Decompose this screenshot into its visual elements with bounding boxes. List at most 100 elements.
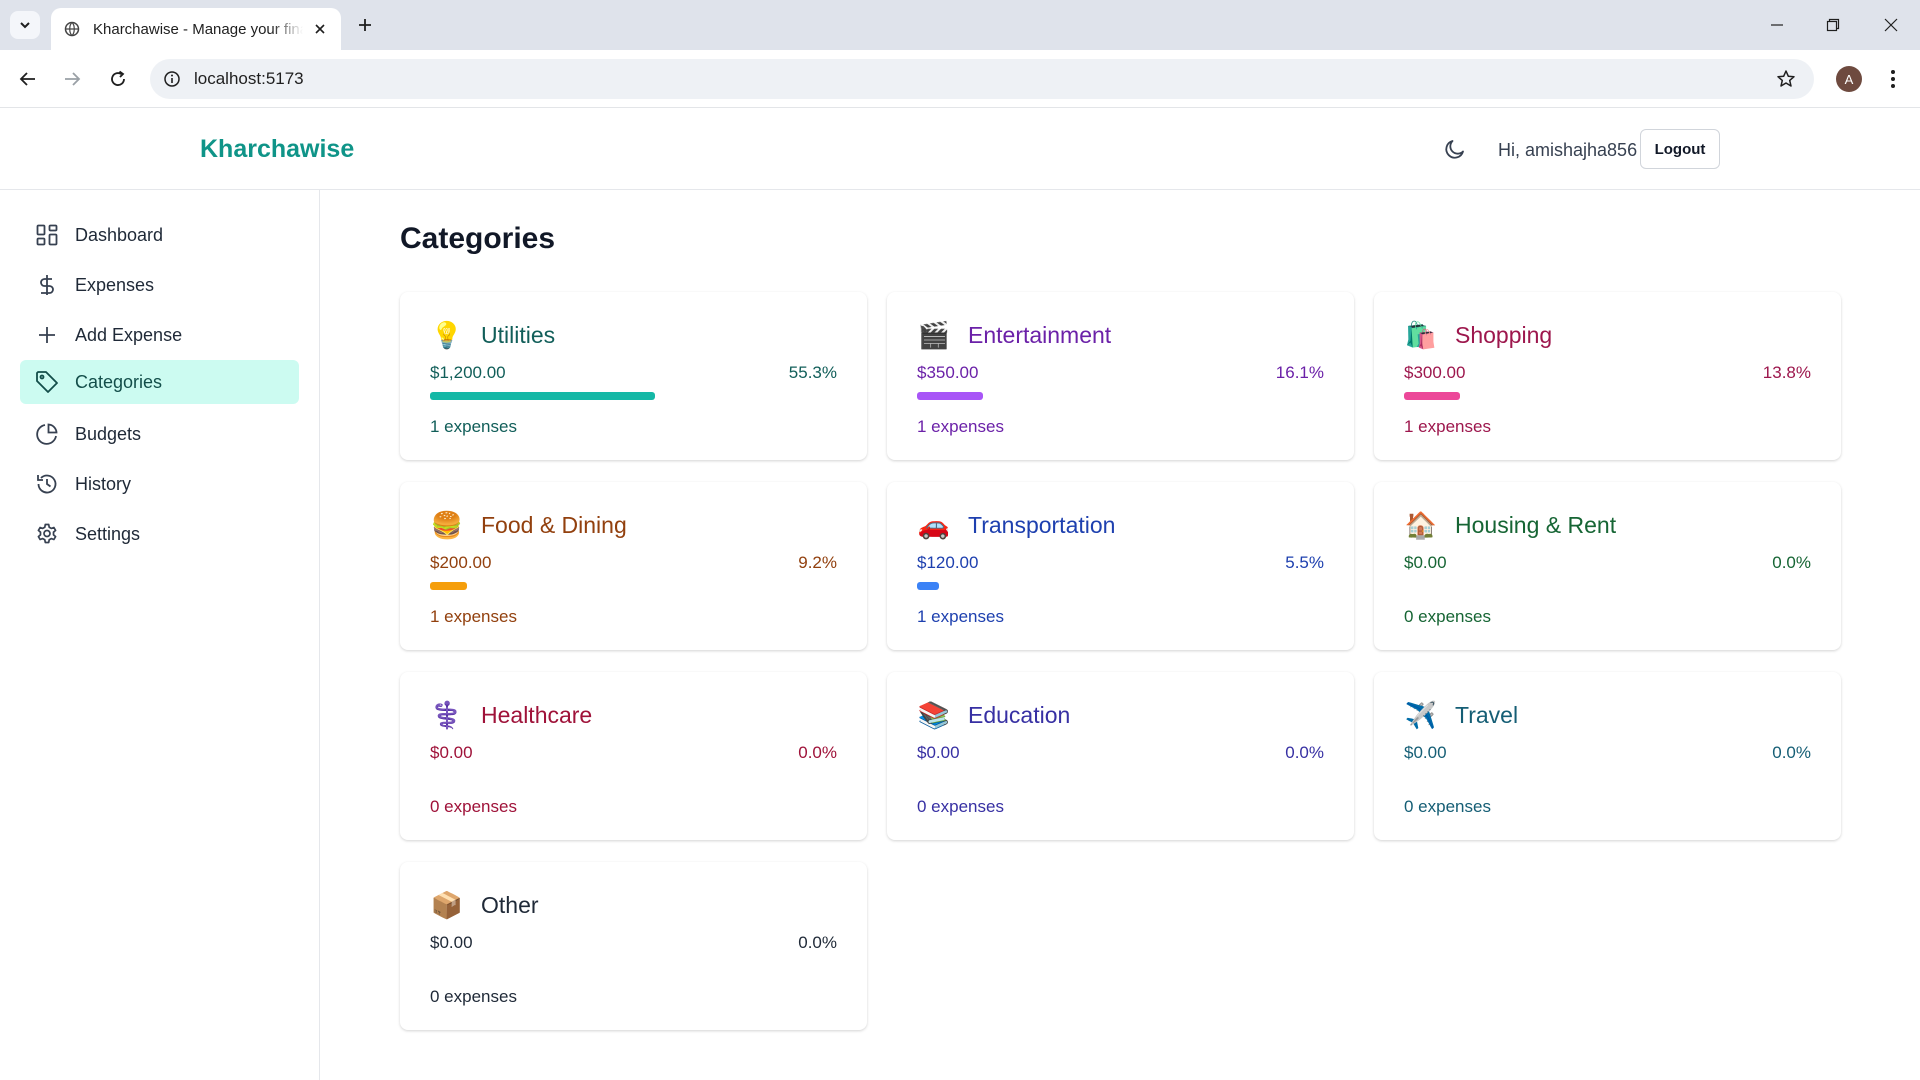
category-percent: 16.1% [1275, 363, 1324, 382]
category-name: Healthcare [481, 702, 593, 728]
new-tab-button[interactable] [352, 12, 378, 38]
category-percent: 0.0% [1285, 743, 1324, 762]
chevron-down-icon [20, 22, 30, 29]
moon-icon [1445, 140, 1464, 159]
sidebar-item-add-expense[interactable]: Add Expense [20, 313, 299, 357]
category-percent: 0.0% [798, 933, 837, 952]
category-emoji-icon: 🚗 [917, 509, 951, 540]
category-card-entertainment[interactable]: 🎬 Entertainment $350.00 16.1% 1 expenses [887, 292, 1354, 460]
category-percent: 5.5% [1285, 553, 1324, 572]
category-progress-bar [917, 582, 939, 590]
history-icon [35, 472, 59, 496]
browser-tab[interactable]: Kharchawise - Manage your finances [51, 8, 341, 50]
sidebar-item-expenses[interactable]: Expenses [20, 263, 299, 307]
tab-search-button[interactable] [10, 11, 40, 39]
category-name: Housing & Rent [1455, 512, 1617, 538]
sidebar-item-label: History [75, 473, 132, 494]
page-title: Categories [400, 222, 556, 255]
arrow-right-icon [65, 72, 81, 86]
pie-chart-icon [35, 422, 59, 446]
user-greeting: Hi, amishajha856 [1498, 140, 1638, 160]
category-amount: $1,200.00 [430, 363, 506, 382]
category-card-food-and-dining[interactable]: 🍔 Food & Dining $200.00 9.2% 1 expenses [400, 482, 867, 650]
category-card-healthcare[interactable]: ⚕️ Healthcare $0.00 0.0% 0 expenses [400, 672, 867, 840]
category-expense-count: 0 expenses [430, 797, 517, 816]
browser-tabstrip: Kharchawise - Manage your finances [0, 0, 1920, 50]
window-close-button[interactable] [1876, 10, 1906, 40]
restore-icon [1826, 18, 1840, 32]
close-icon[interactable] [311, 20, 329, 38]
category-progress-bar [430, 392, 655, 400]
category-emoji-icon: 💡 [430, 319, 464, 350]
category-amount: $0.00 [430, 743, 473, 762]
category-amount: $300.00 [1404, 363, 1466, 382]
sidebar-item-dashboard[interactable]: Dashboard [20, 213, 299, 257]
category-name: Utilities [481, 322, 556, 348]
category-amount: $0.00 [1404, 743, 1447, 762]
logout-button[interactable]: Logout [1640, 129, 1720, 169]
category-amount: $0.00 [430, 933, 473, 952]
category-percent: 0.0% [1772, 743, 1811, 762]
category-emoji-icon: ✈️ [1404, 699, 1438, 730]
tag-icon [35, 370, 59, 394]
category-emoji-icon: 🛍️ [1404, 319, 1438, 350]
dashboard-grid-icon [35, 223, 59, 247]
category-card-utilities[interactable]: 💡 Utilities $1,200.00 55.3% 1 expenses [400, 292, 867, 460]
category-name: Entertainment [968, 322, 1112, 348]
category-percent: 13.8% [1762, 363, 1811, 382]
theme-toggle-button[interactable] [1440, 134, 1470, 164]
category-emoji-icon: 🍔 [430, 509, 464, 540]
brand-logo[interactable]: Kharchawise [200, 135, 354, 164]
category-expense-count: 1 expenses [917, 607, 1004, 626]
category-name: Shopping [1455, 322, 1553, 348]
sidebar-item-budgets[interactable]: Budgets [20, 412, 299, 456]
category-percent: 0.0% [798, 743, 837, 762]
site-info-icon[interactable] [150, 70, 194, 88]
url-text: localhost:5173 [194, 69, 304, 88]
close-icon [1884, 18, 1898, 32]
sidebar-item-settings[interactable]: Settings [20, 512, 299, 556]
sidebar-item-label: Expenses [75, 274, 155, 295]
plus-icon [359, 19, 371, 31]
restore-button[interactable] [1818, 10, 1848, 40]
category-expense-count: 1 expenses [917, 417, 1004, 436]
browser-menu-icon[interactable] [1880, 64, 1906, 94]
browser-toolbar: localhost:5173 A [0, 50, 1920, 108]
sidebar-item-label: Settings [75, 523, 141, 544]
category-card-other[interactable]: 📦 Other $0.00 0.0% 0 expenses [400, 862, 867, 1030]
category-card-housing-and-rent[interactable]: 🏠 Housing & Rent $0.00 0.0% 0 expenses [1374, 482, 1841, 650]
gear-icon [35, 522, 59, 546]
address-bar[interactable]: localhost:5173 [150, 59, 1814, 99]
reload-button[interactable] [103, 64, 133, 94]
category-percent: 0.0% [1772, 553, 1811, 572]
minimize-button[interactable] [1762, 10, 1792, 40]
category-emoji-icon: 🏠 [1404, 509, 1438, 540]
star-icon[interactable] [1776, 69, 1796, 89]
category-card-transportation[interactable]: 🚗 Transportation $120.00 5.5% 1 expenses [887, 482, 1354, 650]
category-card-education[interactable]: 📚 Education $0.00 0.0% 0 expenses [887, 672, 1354, 840]
category-expense-count: 0 expenses [1404, 607, 1491, 626]
globe-icon [63, 20, 81, 38]
category-card-shopping[interactable]: 🛍️ Shopping $300.00 13.8% 1 expenses [1374, 292, 1841, 460]
sidebar-item-categories[interactable]: Categories [20, 360, 299, 404]
category-card-travel[interactable]: ✈️ Travel $0.00 0.0% 0 expenses [1374, 672, 1841, 840]
dollar-icon [35, 273, 59, 297]
forward-button[interactable] [57, 64, 87, 94]
category-expense-count: 1 expenses [430, 417, 517, 436]
sidebar-item-label: Budgets [75, 423, 142, 444]
category-amount: $0.00 [1404, 553, 1447, 572]
sidebar-item-history[interactable]: History [20, 462, 299, 506]
category-name: Travel [1455, 702, 1519, 728]
category-name: Food & Dining [481, 512, 627, 538]
category-emoji-icon: 📦 [430, 889, 464, 920]
category-expense-count: 0 expenses [1404, 797, 1491, 816]
tab-title: Kharchawise - Manage your finances [93, 20, 303, 38]
category-emoji-icon: ⚕️ [430, 699, 464, 730]
category-amount: $0.00 [917, 743, 960, 762]
profile-avatar[interactable]: A [1836, 66, 1862, 92]
back-button[interactable] [13, 64, 43, 94]
category-percent: 55.3% [788, 363, 837, 382]
sidebar-item-label: Add Expense [75, 324, 183, 345]
sidebar: Dashboard Expenses Add Expense Categorie… [0, 190, 320, 1080]
category-progress-bar [1404, 392, 1460, 400]
